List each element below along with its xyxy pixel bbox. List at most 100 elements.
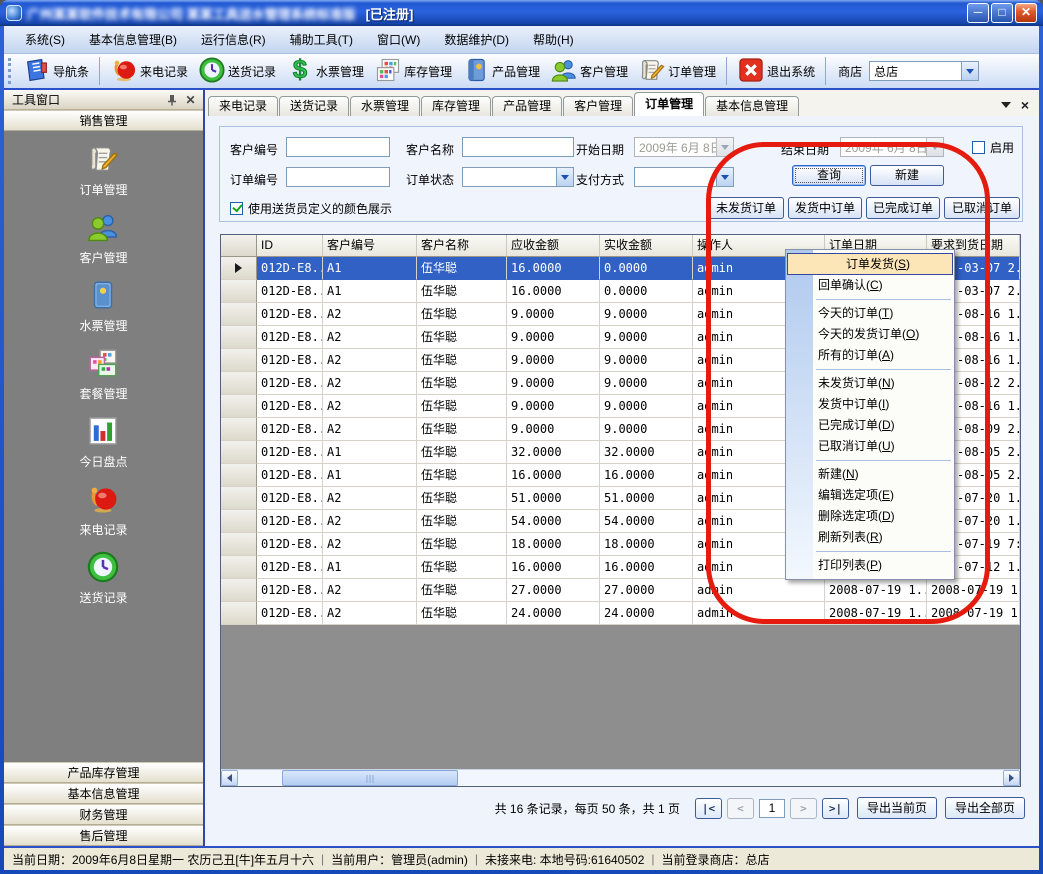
tab-送货记录[interactable]: 送货记录 [279,96,349,116]
sidebar-item-送货记录[interactable]: 送货记录 [79,550,127,606]
toolbar-button-退出系统[interactable]: 退出系统 [732,54,820,89]
sidebar-item-客户管理[interactable]: 客户管理 [79,210,127,266]
status-filter-button-发货中订单[interactable]: 发货中订单 [788,197,862,219]
context-menu-item-今天的发货订单[interactable]: 今天的发货订单(O) [786,324,954,345]
tab-水票管理[interactable]: 水票管理 [350,96,420,116]
order-status-dropdown-icon[interactable] [556,168,573,186]
status-filter-button-已取消订单[interactable]: 已取消订单 [944,197,1020,219]
customer-no-input[interactable] [286,137,390,157]
tab-库存管理[interactable]: 库存管理 [421,96,491,116]
start-date-dropdown-icon[interactable] [716,138,733,156]
toolbar-button-订单管理[interactable]: 订单管理 [633,54,721,89]
tab-来电记录[interactable]: 来电记录 [208,96,278,116]
toolbar-button-送货记录[interactable]: 送货记录 [193,54,281,89]
tab-客户管理[interactable]: 客户管理 [563,96,633,116]
enable-checkbox[interactable]: 启用 [972,139,1014,156]
tool-window-close-icon[interactable]: ✕ [184,93,197,106]
context-menu-item-发货中订单[interactable]: 发货中订单(I) [786,394,954,415]
context-menu-item-已取消订单[interactable]: 已取消订单(U) [786,436,954,457]
sidebar-group-售后管理[interactable]: 售后管理 [4,825,203,846]
context-menu-item-回单确认[interactable]: 回单确认(C) [786,275,954,296]
menu-item[interactable]: 帮助(H) [522,26,585,53]
sidebar-item-水票管理[interactable]: 水票管理 [79,278,127,334]
export-current-page-button[interactable]: 导出当前页 [857,797,937,819]
tab-list-dropdown-icon[interactable] [1001,102,1011,108]
context-menu-item-新建[interactable]: 新建(N) [786,464,954,485]
export-all-pages-button[interactable]: 导出全部页 [945,797,1025,819]
menu-item[interactable]: 辅助工具(T) [279,26,364,53]
scrollbar-thumb[interactable] [282,770,458,786]
column-header-应收金额[interactable]: 应收金额 [507,235,600,257]
shop-combobox[interactable]: 总店 [869,61,979,81]
query-button[interactable]: 查询 [792,165,866,186]
toolbar-button-库存管理[interactable]: 库存管理 [369,54,457,89]
table-row[interactable]: 012D-E8...A2伍华聪27.000027.0000admin2008-0… [221,579,1020,602]
sidebar-item-今日盘点[interactable]: 今日盘点 [79,414,127,470]
new-button[interactable]: 新建 [870,165,944,186]
tab-产品管理[interactable]: 产品管理 [492,96,562,116]
table-row[interactable]: 012D-E8...A2伍华聪24.000024.0000admin2008-0… [221,602,1020,625]
context-menu-item-编辑选定项[interactable]: 编辑选定项(E) [786,485,954,506]
horizontal-scrollbar[interactable] [221,769,1020,786]
pay-method-select[interactable] [634,167,734,187]
toolbar-button-产品管理[interactable]: 产品管理 [457,54,545,89]
sidebar-item-来电记录[interactable]: 来电记录 [79,482,127,538]
delivery-color-checkbox[interactable]: 使用送货员定义的颜色展示 [230,200,392,217]
sidebar-group-财务管理[interactable]: 财务管理 [4,804,203,825]
first-page-button[interactable]: |< [695,798,722,819]
pin-icon[interactable] [165,93,178,106]
scroll-right-icon[interactable] [1003,770,1020,786]
order-status-select[interactable] [462,167,574,187]
menu-item[interactable]: 系统(S) [14,26,76,53]
tab-订单管理[interactable]: 订单管理 [634,92,704,116]
prev-page-button[interactable]: < [727,798,754,819]
toolbar-grip[interactable] [8,58,14,84]
sidebar-group-sales[interactable]: 销售管理 [4,110,203,131]
toolbar-button-来电记录[interactable]: 来电记录 [105,54,193,89]
minimize-button[interactable]: ─ [967,3,989,23]
delivery-color-checkbox-box[interactable] [230,202,243,215]
context-menu-item-刷新列表[interactable]: 刷新列表(R) [786,527,954,548]
context-menu-item-已完成订单[interactable]: 已完成订单(D) [786,415,954,436]
context-menu-item-订单发货[interactable]: 订单发货(S) [787,253,953,275]
scroll-left-icon[interactable] [221,770,238,786]
menu-item[interactable]: 窗口(W) [366,26,431,53]
column-header-实收金额[interactable]: 实收金额 [600,235,693,257]
column-header-客户编号[interactable]: 客户编号 [323,235,417,257]
context-menu-item-删除选定项[interactable]: 删除选定项(D) [786,506,954,527]
order-no-input[interactable] [286,167,390,187]
menu-item[interactable]: 基本信息管理(B) [78,26,188,53]
toolbar-button-客户管理[interactable]: 客户管理 [545,54,633,89]
status-filter-button-已完成订单[interactable]: 已完成订单 [866,197,940,219]
context-menu-item-所有的订单[interactable]: 所有的订单(A) [786,345,954,366]
sidebar-group-基本信息管理[interactable]: 基本信息管理 [4,783,203,804]
end-date-dropdown-icon[interactable] [926,138,943,156]
menu-item[interactable]: 运行信息(R) [190,26,277,53]
maximize-button[interactable]: □ [991,3,1013,23]
end-date-picker[interactable]: 2009年 6月 8日 [840,137,944,157]
sidebar-item-订单管理[interactable]: 订单管理 [79,142,127,198]
column-header-ID[interactable]: ID [257,235,323,257]
shop-dropdown-icon[interactable] [961,62,978,80]
last-page-button[interactable]: >| [822,798,849,819]
tab-close-icon[interactable]: × [1021,100,1029,110]
sidebar-group-产品库存管理[interactable]: 产品库存管理 [4,762,203,783]
start-date-picker[interactable]: 2009年 6月 8日 [634,137,734,157]
column-header-客户名称[interactable]: 客户名称 [417,235,507,257]
close-button[interactable]: ✕ [1015,3,1037,23]
context-menu-item-打印列表[interactable]: 打印列表(P) [786,555,954,576]
status-filter-button-未发货订单[interactable]: 未发货订单 [708,197,784,219]
sidebar-item-套餐管理[interactable]: 套餐管理 [79,346,127,402]
pay-method-dropdown-icon[interactable] [716,168,733,186]
tab-基本信息管理[interactable]: 基本信息管理 [705,96,799,116]
customer-name-input[interactable] [462,137,574,157]
menu-item[interactable]: 数据维护(D) [433,26,520,53]
page-number-input[interactable] [759,799,785,818]
enable-checkbox-box[interactable] [972,141,985,154]
context-menu-item-今天的订单[interactable]: 今天的订单(T) [786,303,954,324]
context-menu-item-未发货订单[interactable]: 未发货订单(N) [786,373,954,394]
next-page-button[interactable]: > [790,798,817,819]
sidebar-bottom-groups: 产品库存管理基本信息管理财务管理售后管理 [4,762,203,846]
toolbar-button-水票管理[interactable]: $水票管理 [281,54,369,89]
toolbar-button-导航条[interactable]: 导航条 [18,54,94,89]
